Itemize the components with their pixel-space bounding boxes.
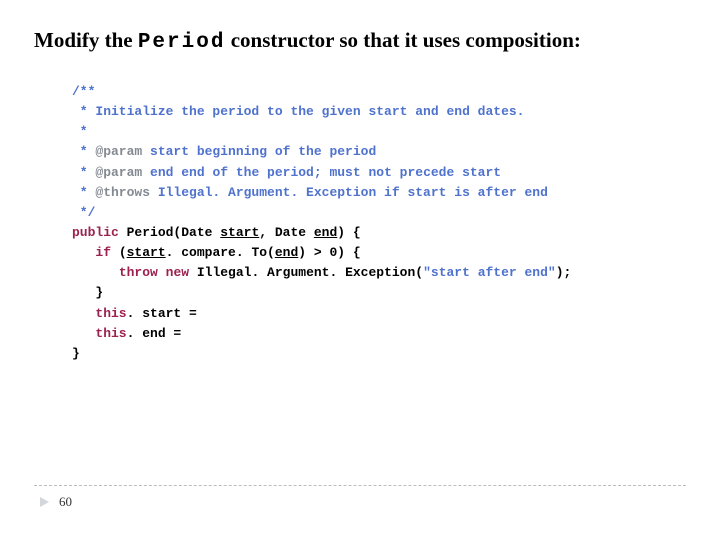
code-line: */ xyxy=(72,203,686,223)
title-code: Period xyxy=(138,31,226,54)
code-line: /** xyxy=(72,82,686,102)
slide-footer: 60 xyxy=(0,485,720,510)
code-line: } xyxy=(72,344,686,364)
code-line: this. start = xyxy=(72,304,686,324)
title-pre: Modify the xyxy=(34,28,138,52)
footer-divider xyxy=(34,485,686,486)
page-number: 60 xyxy=(59,494,72,510)
title-post: constructor so that it uses composition: xyxy=(225,28,580,52)
code-line: public Period(Date start, Date end) { xyxy=(72,223,686,243)
code-line: * @throws Illegal. Argument. Exception i… xyxy=(72,183,686,203)
code-line: * @param start beginning of the period xyxy=(72,142,686,162)
code-line: } xyxy=(72,283,686,303)
code-line: throw new Illegal. Argument. Exception("… xyxy=(72,263,686,283)
page-marker-icon xyxy=(40,497,49,507)
code-line: * Initialize the period to the given sta… xyxy=(72,102,686,122)
code-line: if (start. compare. To(end) > 0) { xyxy=(72,243,686,263)
code-line: this. end = xyxy=(72,324,686,344)
code-line: * @param end end of the period; must not… xyxy=(72,163,686,183)
code-line: * xyxy=(72,122,686,142)
code-block: /** * Initialize the period to the given… xyxy=(72,82,686,364)
slide-title: Modify the Period constructor so that it… xyxy=(34,28,686,54)
